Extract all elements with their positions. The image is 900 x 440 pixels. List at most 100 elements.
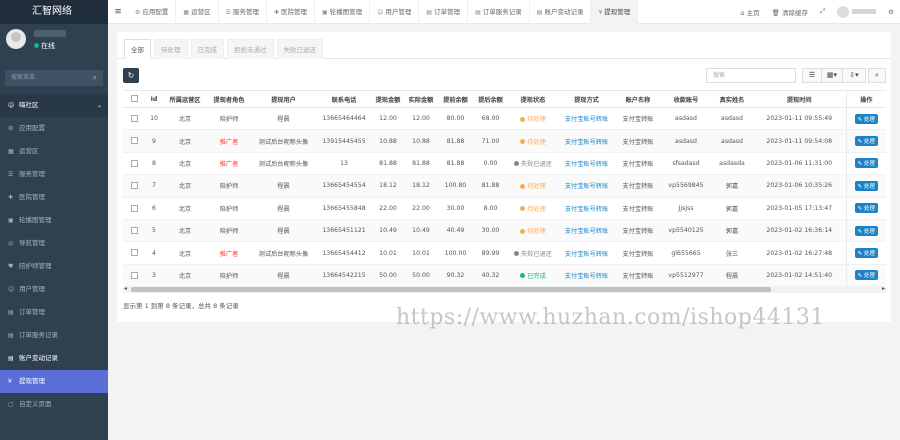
row-checkbox[interactable] <box>130 182 138 190</box>
sidebar-item-0[interactable]: ☺ 嗨社区 ⌄ <box>0 94 108 117</box>
column-header[interactable]: 提现用户 <box>251 90 316 108</box>
home-button[interactable]: ⌂ 主页 <box>734 7 765 17</box>
process-button[interactable]: ✎ 处理 <box>854 270 878 281</box>
tab-3[interactable]: ✚ 医院管理 <box>267 0 315 24</box>
table-row[interactable]: 6 北京 陪护师 程晨 13665455848 22.00 22.00 30.00 8.00 待处… <box>123 197 886 220</box>
user-menu[interactable] <box>831 5 882 18</box>
settings-icon[interactable]: ⚙ <box>882 8 900 16</box>
sidebar-item-4[interactable]: ✚ 医院管理 <box>0 186 108 209</box>
row-checkbox[interactable] <box>130 249 138 257</box>
withdraw-method-link[interactable]: 支付宝账号转账 <box>565 206 608 213</box>
withdraw-method-link[interactable]: 支付宝账号转账 <box>565 251 608 258</box>
tab-0[interactable]: ⚙ 应用配置 <box>128 0 177 24</box>
tab-4[interactable]: ▣ 轮播图管理 <box>315 0 371 24</box>
avatar[interactable] <box>6 29 26 49</box>
sidebar-item-11[interactable]: ▤ 账户变动记录 <box>0 347 108 370</box>
process-button[interactable]: ✎ 处理 <box>854 203 878 214</box>
withdraw-method-link[interactable]: 支付宝账号转账 <box>565 139 608 146</box>
column-header[interactable]: 提现方式 <box>558 90 615 108</box>
tab-6[interactable]: ▤ 订单管理 <box>419 0 469 24</box>
table-row[interactable]: 5 北京 陪护师 程晨 13665451121 10.49 10.49 40.49 30.00 待… <box>123 219 886 243</box>
table-cell: 测试后台昵称头像 <box>251 241 316 265</box>
tab-5[interactable]: ☺ 用户管理 <box>370 0 420 24</box>
sidebar-item-8[interactable]: ☺ 用户管理 <box>0 278 108 301</box>
withdraw-method-link[interactable]: 支付宝账号转账 <box>565 273 608 280</box>
sidebar-item-10[interactable]: ▤ 订单服务记录 <box>0 324 108 347</box>
horizontal-scrollbar[interactable]: ◂ ▸ <box>123 285 886 293</box>
row-checkbox[interactable] <box>130 114 138 122</box>
fullscreen-icon[interactable]: ⤢ <box>814 7 831 16</box>
process-button[interactable]: ✎ 处理 <box>854 180 878 191</box>
process-button[interactable]: ✎ 处理 <box>854 225 878 236</box>
status-tab-3[interactable]: 拒绝未通过 <box>227 39 274 59</box>
column-header[interactable]: 提前余额 <box>438 90 473 108</box>
sidebar-item-9[interactable]: ▤ 订单管理 <box>0 301 108 324</box>
column-header[interactable]: 操作 <box>845 90 886 108</box>
table-row[interactable]: 8 北京 推广者 测试后台昵称头像 13 81.88 81.88 81.88 0.00 失败已退还… <box>123 152 886 176</box>
table-row[interactable]: 3 北京 陪护师 程晨 13664542215 50.00 50.00 90.32 40.32 已… <box>123 264 886 288</box>
column-header[interactable]: 实际金额 <box>404 90 438 108</box>
sidebar-item-6[interactable]: ◎ 导航管理 <box>0 232 108 255</box>
column-header[interactable]: 提现金额 <box>372 90 404 108</box>
status-tab-4[interactable]: 失败已退还 <box>276 39 323 59</box>
status-tab-0[interactable]: 全部 <box>124 39 151 59</box>
tab-2[interactable]: ☰ 服务管理 <box>219 0 267 24</box>
process-button[interactable]: ✎ 处理 <box>854 248 878 259</box>
row-checkbox[interactable] <box>130 271 138 279</box>
sidebar-item-2[interactable]: ▦ 运营区 <box>0 140 108 163</box>
table-search-input[interactable]: 搜索 <box>706 68 796 83</box>
tab-8[interactable]: ▤ 账户变动记录 <box>530 0 592 24</box>
sidebar-search-input[interactable]: 搜索菜单 ⌕ <box>5 70 103 86</box>
sidebar-item-1[interactable]: ⚙ 应用配置 <box>0 117 108 140</box>
export-button[interactable]: ⇩▾ <box>842 68 866 83</box>
table-cell: 推广者 <box>207 129 251 153</box>
status-tab-2[interactable]: 已完成 <box>190 39 224 59</box>
column-header[interactable]: 账户名称 <box>615 90 661 108</box>
tab-1[interactable]: ▦ 运营区 <box>176 0 219 24</box>
table-cell: 支付宝转账 <box>615 197 661 220</box>
table-row[interactable]: 7 北京 陪护师 程晨 13665454554 18.12 18.12 100.80 81.88… <box>123 174 886 198</box>
row-checkbox[interactable] <box>130 137 138 145</box>
tab-9[interactable]: ¥ 提现管理 <box>591 0 639 24</box>
column-header[interactable]: 联系电话 <box>316 90 372 108</box>
clear-cache-button[interactable]: 🗑 清除缓存 <box>766 7 814 17</box>
row-checkbox[interactable] <box>130 159 138 167</box>
sidebar-item-7[interactable]: ♥ 陪护师管理 <box>0 255 108 278</box>
column-header[interactable]: 所属运营区 <box>163 90 207 108</box>
select-all-checkbox[interactable] <box>130 95 138 103</box>
column-header[interactable]: 收款账号 <box>661 90 711 108</box>
refresh-button[interactable]: ↻ <box>123 68 139 83</box>
table-row[interactable]: 9 北京 推广者 测试后台昵称头像 13915445455 10.88 10.88 81.88… <box>123 129 886 153</box>
withdraw-method-link[interactable]: 支付宝账号转账 <box>565 228 608 235</box>
menu-toggle-icon[interactable]: ≡ <box>108 7 128 17</box>
status-tab-1[interactable]: 待处理 <box>154 39 188 59</box>
withdraw-method-link[interactable]: 支付宝账号转账 <box>565 116 608 123</box>
column-header[interactable]: Id <box>145 90 163 108</box>
sidebar-item-12[interactable]: ¥ 提现管理 <box>0 370 108 393</box>
column-header[interactable]: 提现时间 <box>753 90 846 108</box>
withdraw-method-link[interactable]: 支付宝账号转账 <box>565 183 608 190</box>
scroll-left-icon[interactable]: ◂ <box>124 285 127 292</box>
column-header[interactable]: 提现状态 <box>508 90 558 108</box>
table-row[interactable]: 10 北京 陪护师 程晨 13665464464 12.00 12.00 80.00 68.00… <box>123 107 886 131</box>
sidebar-item-3[interactable]: ☰ 服务管理 <box>0 163 108 186</box>
search-icon[interactable]: ⌕ <box>93 70 97 86</box>
withdraw-method-link[interactable]: 支付宝账号转账 <box>565 161 608 168</box>
column-header[interactable]: 真实姓名 <box>711 90 753 108</box>
scrollbar-thumb[interactable] <box>131 287 771 292</box>
row-checkbox[interactable] <box>130 226 138 234</box>
column-header[interactable]: 提后余额 <box>473 90 508 108</box>
process-button[interactable]: ✎ 处理 <box>854 136 878 147</box>
sidebar-item-5[interactable]: ▣ 轮播图管理 <box>0 209 108 232</box>
tab-7[interactable]: ▤ 订单服务记录 <box>468 0 530 24</box>
process-button[interactable]: ✎ 处理 <box>854 113 878 124</box>
row-checkbox[interactable] <box>130 204 138 212</box>
advanced-search-button[interactable]: ⌕ <box>868 68 886 83</box>
process-button[interactable]: ✎ 处理 <box>854 158 878 169</box>
sidebar-item-13[interactable]: ▢ 自定义页面 <box>0 393 108 416</box>
toggle-view-button[interactable]: ☰ <box>802 68 822 83</box>
table-row[interactable]: 4 北京 推广者 测试后台昵称头像 13665454412 10.01 10.01 100.0… <box>123 241 886 265</box>
columns-button[interactable]: ▦▾ <box>821 68 843 83</box>
scroll-right-icon[interactable]: ▸ <box>882 285 885 292</box>
column-header[interactable]: 提现者角色 <box>207 90 251 108</box>
